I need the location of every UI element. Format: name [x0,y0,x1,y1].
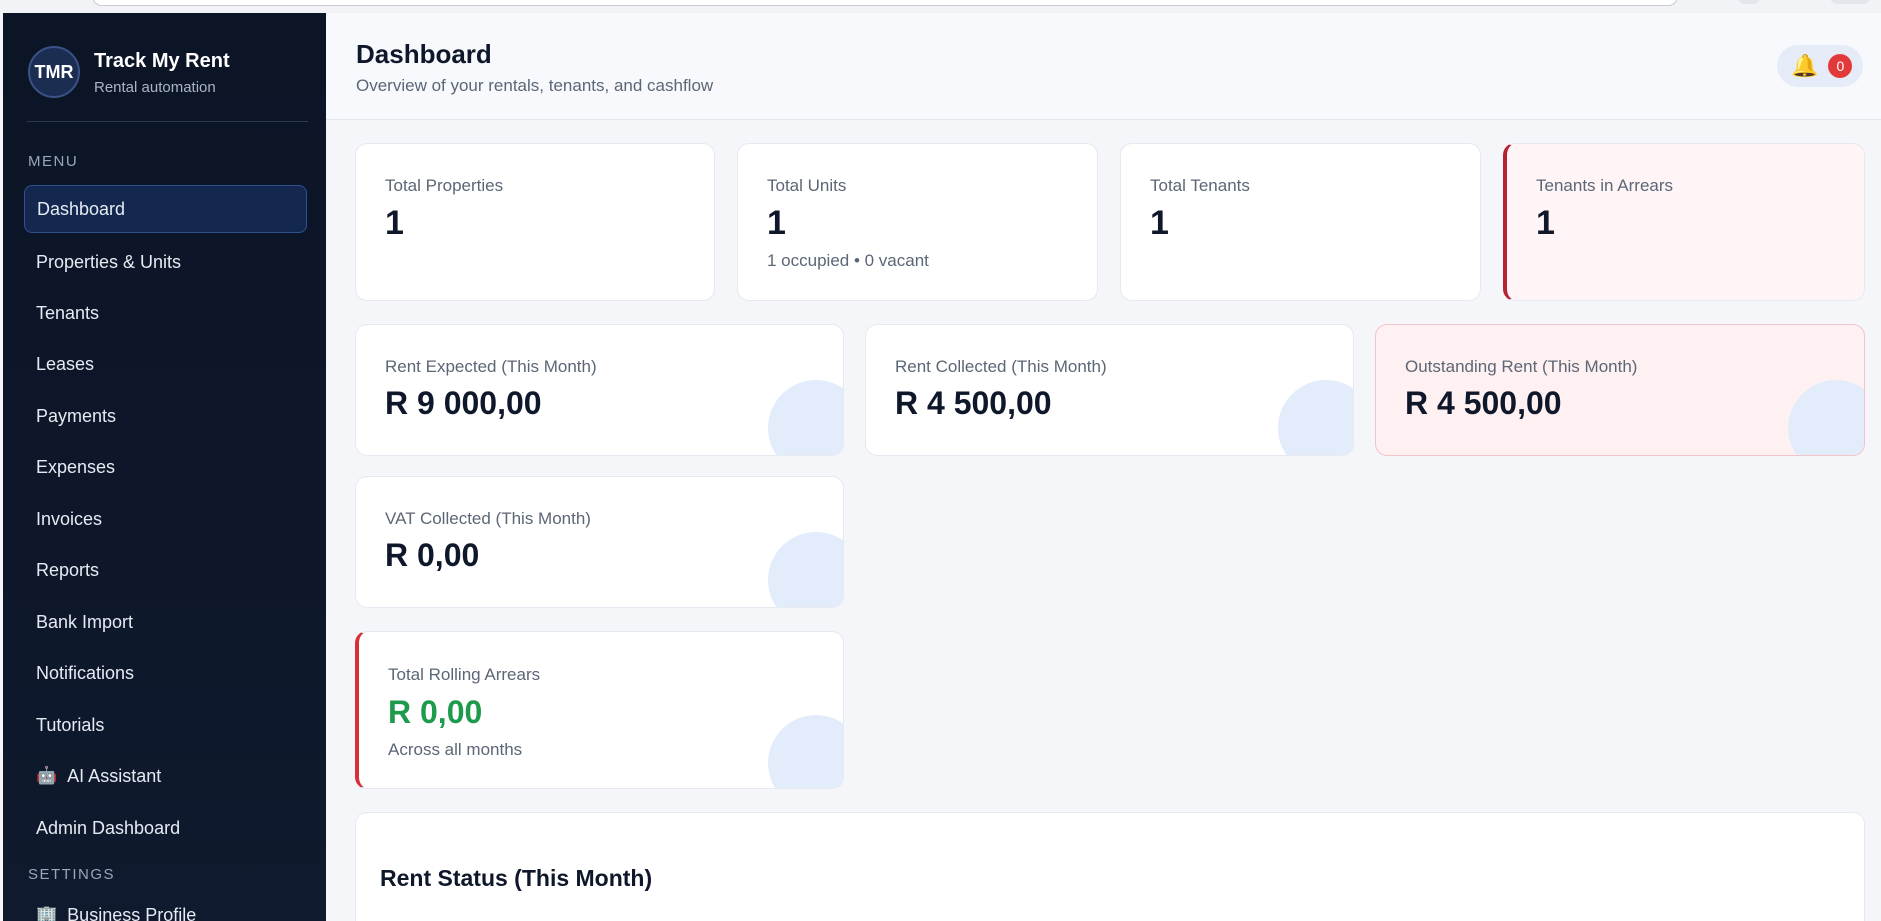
sidebar-item-admin-dashboard[interactable]: Admin Dashboard [24,804,307,852]
brand-logo: TMR [28,46,80,98]
sidebar-item-ai-assistant[interactable]: 🤖 AI Assistant [24,752,307,800]
stat-value: 1 [385,204,404,242]
sidebar-item-label: AI Assistant [67,765,162,786]
browser-profile-icon[interactable] [1738,0,1760,4]
sidebar-item-properties-units[interactable]: Properties & Units [24,238,307,286]
notifications-button[interactable]: 🔔 0 [1777,45,1863,87]
sidebar-item-label: Admin Dashboard [36,817,181,838]
sidebar-item-tutorials[interactable]: Tutorials [24,701,307,749]
browser-top-strip [0,0,1881,13]
stat-card-total-units: Total Units 1 1 occupied • 0 vacant [737,143,1098,301]
sidebar-item-leases[interactable]: Leases [24,340,307,388]
sidebar-item-label: Payments [36,405,117,426]
page-title: Dashboard [356,39,492,69]
stat-label: Total Tenants [1150,176,1250,195]
sidebar-item-label: Dashboard [37,198,126,219]
stat-label: Tenants in Arrears [1536,176,1674,195]
sidebar-item-dashboard[interactable]: Dashboard [24,185,307,233]
page-header: Dashboard Overview of your rentals, tena… [326,13,1881,120]
sidebar-item-payments[interactable]: Payments [24,392,307,440]
stat-card-tenants-in-arrears: Tenants in Arrears 1 [1503,143,1865,301]
finance-label: Total Rolling Arrears [388,665,541,684]
stat-value: 1 [1150,204,1169,242]
finance-value: R 0,00 [385,537,480,573]
brand-name: Track My Rent [94,50,230,72]
sidebar-divider [27,121,308,122]
sidebar-item-notifications[interactable]: Notifications [24,649,307,697]
decorative-circle [768,532,843,607]
decorative-circle [768,380,843,455]
settings-section-label: SETTINGS [28,866,116,883]
sidebar-item-label: Reports [36,559,100,580]
bell-icon: 🔔 [1791,53,1819,78]
stat-card-total-tenants: Total Tenants 1 [1120,143,1481,301]
brand-subtitle: Rental automation [94,79,216,96]
finance-value: R 4 500,00 [1405,385,1562,421]
finance-note: Across all months [388,740,523,759]
sidebar-item-invoices[interactable]: Invoices [24,495,307,543]
sidebar-item-reports[interactable]: Reports [24,546,307,594]
sidebar-item-label: Tenants [36,302,100,323]
sidebar-item-label: Properties & Units [36,251,182,272]
stat-note: 1 occupied • 0 vacant [767,251,929,270]
finance-card-rent-expected: Rent Expected (This Month) R 9 000,00 [355,324,844,456]
finance-value: R 0,00 [388,694,483,730]
stat-value: 1 [767,204,786,242]
finance-value: R 9 000,00 [385,385,542,421]
finance-card-outstanding-rent: Outstanding Rent (This Month) R 4 500,00 [1375,324,1865,456]
sidebar-item-label: Expenses [36,456,116,477]
menu-section-label: MENU [28,153,79,170]
decorative-circle [1788,380,1864,455]
finance-card-rolling-arrears: Total Rolling Arrears R 0,00 Across all … [355,631,844,789]
finance-label: Outstanding Rent (This Month) [1405,357,1638,376]
browser-address-bar[interactable] [92,0,1678,6]
sidebar-item-label: Invoices [36,508,103,529]
page-subtitle: Overview of your rentals, tenants, and c… [356,76,714,95]
sidebar-item-label: Leases [36,353,95,374]
finance-card-vat-collected: VAT Collected (This Month) R 0,00 [355,476,844,608]
sidebar: TMR Track My Rent Rental automation MENU… [3,13,326,921]
sidebar-item-label: Tutorials [36,714,105,735]
stat-card-total-properties: Total Properties 1 [355,143,715,301]
browser-menu-button[interactable] [1830,0,1870,4]
stat-label: Total Properties [385,176,504,195]
decorative-circle [768,715,843,788]
brand[interactable]: TMR Track My Rent Rental automation [28,46,308,101]
sidebar-item-bank-import[interactable]: Bank Import [24,598,307,646]
finance-label: Rent Collected (This Month) [895,357,1107,376]
rent-status-title: Rent Status (This Month) [380,865,653,891]
sidebar-item-tenants[interactable]: Tenants [24,289,307,337]
notification-count-badge: 0 [1828,54,1853,78]
sidebar-item-expenses[interactable]: Expenses [24,443,307,491]
sidebar-item-business-profile[interactable]: 🏢 Business Profile [24,891,307,921]
rent-status-section: Rent Status (This Month) [355,812,1865,921]
stat-value: 1 [1536,204,1555,242]
sidebar-item-label: Business Profile [67,904,197,921]
sidebar-item-label: Notifications [36,662,135,683]
finance-card-rent-collected: Rent Collected (This Month) R 4 500,00 [865,324,1354,456]
finance-label: VAT Collected (This Month) [385,509,591,528]
robot-icon: 🤖 [36,766,58,785]
building-icon: 🏢 [36,905,58,921]
decorative-circle [1278,380,1353,455]
sidebar-item-label: Bank Import [36,611,134,632]
finance-value: R 4 500,00 [895,385,1052,421]
finance-label: Rent Expected (This Month) [385,357,597,376]
stat-label: Total Units [767,176,847,195]
